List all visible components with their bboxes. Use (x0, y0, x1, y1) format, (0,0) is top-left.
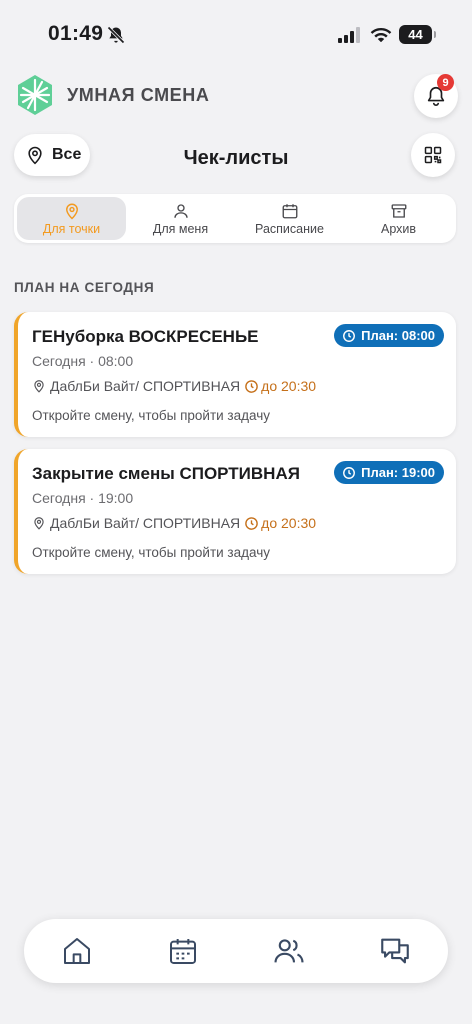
notifications-badge: 9 (437, 74, 454, 91)
clock-icon (343, 329, 356, 342)
tab-label: Для меня (152, 221, 209, 236)
task-place-row: ДаблБи Вайт/ СПОРТИВНАЯ до 20:30 (32, 378, 316, 394)
clock-icon (245, 379, 258, 393)
page-title: Чек-листы (183, 147, 289, 169)
brand: УМНАЯ СМЕНА (14, 74, 210, 116)
calendar-icon (170, 939, 196, 964)
task-title: Закрытие смены СПОРТИВНАЯ (32, 464, 300, 483)
brand-logo-icon (18, 75, 52, 115)
task-place: ДаблБи Вайт/ СПОРТИВНАЯ (50, 378, 241, 394)
qr-code-icon (424, 146, 442, 164)
plan-time: План: 08:00 (361, 328, 435, 343)
notifications-button[interactable]: 9 (414, 74, 458, 118)
tab-schedule[interactable]: Расписание (235, 197, 344, 240)
chat-icon (381, 938, 409, 964)
tab-for-me[interactable]: Для меня (126, 197, 235, 240)
task-deadline-text: до 20:30 (261, 378, 317, 394)
status-time: 01:49 (48, 22, 104, 45)
checklist-tabs: Для точки Для меня Расписание Архив (14, 194, 456, 243)
task-card[interactable]: ГЕНуборка ВОСКРЕСЕНЬЕ План: 08:00 Сегодн… (14, 312, 456, 437)
map-pin-icon (34, 517, 44, 530)
tab-label: Для точки (42, 221, 101, 236)
calendar-icon (282, 203, 297, 218)
plan-badge: План: 19:00 (334, 461, 444, 484)
task-deadline-text: до 20:30 (261, 515, 317, 531)
task-place: ДаблБи Вайт/ СПОРТИВНАЯ (50, 515, 241, 531)
section-title: ПЛАН НА СЕГОДНЯ (14, 280, 155, 295)
nav-chat[interactable] (365, 921, 425, 981)
user-icon (173, 203, 188, 218)
task-when: Сегодня · 19:00 (32, 490, 134, 506)
task-place-row: ДаблБи Вайт/ СПОРТИВНАЯ до 20:30 (32, 515, 316, 531)
plan-time: План: 19:00 (361, 465, 435, 480)
clock-icon (245, 516, 258, 530)
status-bar: 01:49 44 (0, 0, 472, 70)
archive-icon (391, 203, 406, 218)
tab-archive[interactable]: Архив (344, 197, 453, 240)
task-when: Сегодня · 08:00 (32, 353, 134, 369)
map-pin-icon (34, 380, 44, 393)
nav-calendar[interactable] (153, 921, 213, 981)
nav-team[interactable] (259, 921, 319, 981)
clock-icon (343, 466, 356, 479)
task-title: ГЕНуборка ВОСКРЕСЕНЬЕ (32, 327, 259, 346)
battery-indicator: 44 (399, 25, 436, 44)
plan-badge: План: 08:00 (334, 324, 444, 347)
tab-label: Расписание (255, 221, 324, 236)
home-icon (64, 938, 90, 964)
tab-for-point[interactable]: Для точки (17, 197, 126, 240)
task-card[interactable]: Закрытие смены СПОРТИВНАЯ План: 19:00 Се… (14, 449, 456, 574)
qr-scan-button[interactable] (411, 133, 455, 177)
bottom-nav (24, 919, 448, 983)
task-hint: Откройте смену, чтобы пройти задачу (32, 408, 271, 423)
task-deadline: до 20:30 (244, 515, 316, 531)
tab-label: Архив (380, 221, 417, 236)
task-hint: Откройте смену, чтобы пройти задачу (32, 545, 271, 560)
map-pin-icon (65, 203, 78, 219)
users-icon (274, 939, 304, 963)
task-deadline: до 20:30 (244, 378, 316, 394)
wifi-icon (370, 28, 392, 42)
cellular-signal-icon (338, 27, 360, 43)
bell-off-icon (107, 26, 125, 44)
nav-home[interactable] (47, 921, 107, 981)
brand-name: УМНАЯ СМЕНА (67, 84, 210, 105)
